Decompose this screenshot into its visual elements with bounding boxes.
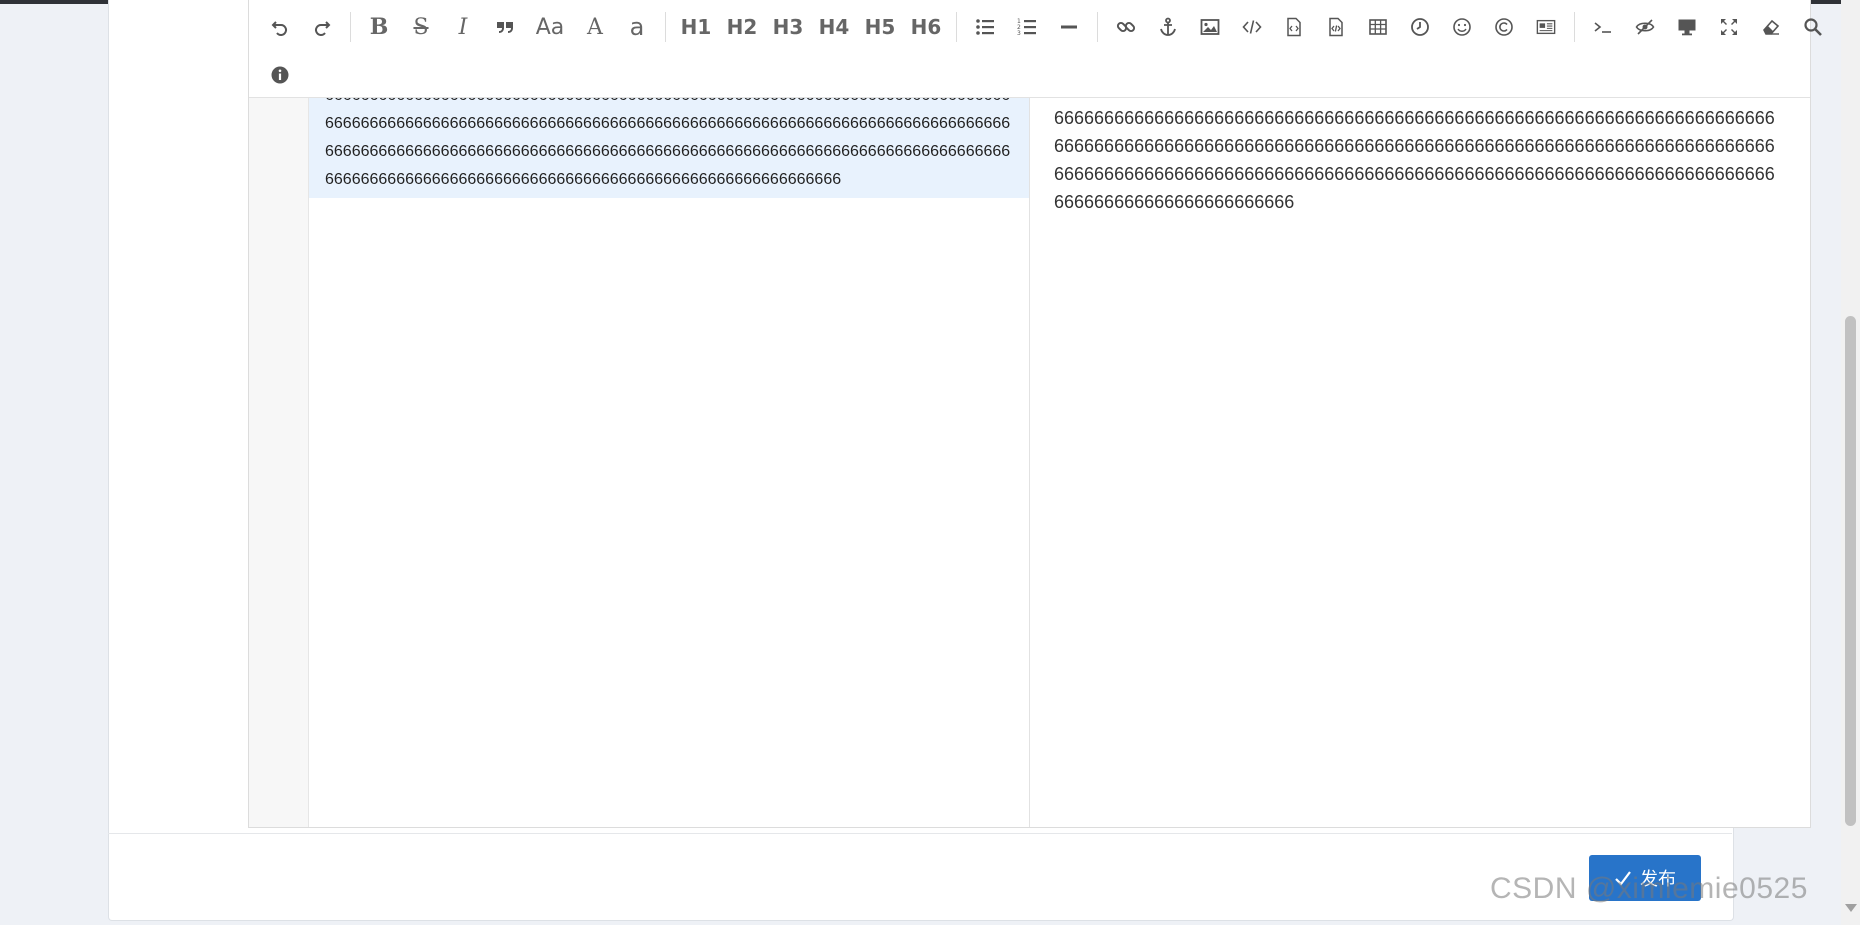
toolbar-divider bbox=[956, 12, 957, 42]
scrollbar-thumb[interactable] bbox=[1845, 316, 1856, 826]
toolbar-divider bbox=[665, 12, 666, 42]
image-icon[interactable] bbox=[1191, 11, 1229, 43]
ordered-list-icon[interactable]: 123 bbox=[1008, 11, 1046, 43]
svg-text:3: 3 bbox=[1017, 30, 1021, 37]
heading-5-button[interactable]: H5 bbox=[859, 11, 901, 43]
code-line-active[interactable]: 6666666666666666666666666666666666666666… bbox=[309, 98, 1029, 198]
font-uppercase-icon[interactable]: A bbox=[576, 11, 614, 43]
toolbar-row-1: B S I Aa A a H1 H2 H3 H4 H5 H6 123 bbox=[259, 7, 1860, 47]
heading-3-button[interactable]: H3 bbox=[767, 11, 809, 43]
page-scrollbar[interactable] bbox=[1841, 0, 1860, 925]
preview-pane: 6666666666666666666666666666666666666666… bbox=[1030, 98, 1810, 827]
code-block-icon[interactable] bbox=[1317, 11, 1355, 43]
copyright-icon[interactable] bbox=[1485, 11, 1523, 43]
toolbar-row-2 bbox=[259, 55, 301, 95]
search-icon[interactable] bbox=[1794, 11, 1832, 43]
quote-icon[interactable] bbox=[486, 11, 524, 43]
anchor-icon[interactable] bbox=[1149, 11, 1187, 43]
scroll-down-arrow-icon[interactable] bbox=[1845, 904, 1857, 912]
uppercase-icon[interactable]: Aa bbox=[528, 11, 572, 43]
hide-preview-icon[interactable] bbox=[1626, 11, 1664, 43]
editor-card: B S I Aa A a H1 H2 H3 H4 H5 H6 123 66666… bbox=[108, 0, 1842, 921]
desktop-icon[interactable] bbox=[1668, 11, 1706, 43]
toolbar-divider bbox=[1097, 12, 1098, 42]
redo-icon[interactable] bbox=[303, 11, 341, 43]
unordered-list-icon[interactable] bbox=[966, 11, 1004, 43]
toolbar-divider bbox=[350, 12, 351, 42]
heading-2-button[interactable]: H2 bbox=[721, 11, 763, 43]
link-icon[interactable] bbox=[1107, 11, 1145, 43]
heading-6-button[interactable]: H6 bbox=[905, 11, 947, 43]
eraser-icon[interactable] bbox=[1752, 11, 1790, 43]
heading-4-button[interactable]: H4 bbox=[813, 11, 855, 43]
markdown-input-pane[interactable]: 6666666666666666666666666666666666666666… bbox=[309, 98, 1030, 827]
editor-toolbar: B S I Aa A a H1 H2 H3 H4 H5 H6 123 bbox=[249, 0, 1842, 98]
info-icon[interactable] bbox=[261, 59, 299, 91]
page-break-icon[interactable] bbox=[1527, 11, 1565, 43]
preview-paragraph: 6666666666666666666666666666666666666666… bbox=[1054, 108, 1775, 212]
font-lowercase-icon[interactable]: a bbox=[618, 11, 656, 43]
line-number-gutter: 1 bbox=[249, 98, 309, 827]
code-icon[interactable] bbox=[1233, 11, 1271, 43]
terminal-icon[interactable] bbox=[1584, 11, 1622, 43]
bold-icon[interactable]: B bbox=[360, 11, 398, 43]
toolbar-divider bbox=[1574, 12, 1575, 42]
table-icon[interactable] bbox=[1359, 11, 1397, 43]
code-file-icon[interactable] bbox=[1275, 11, 1313, 43]
undo-icon[interactable] bbox=[261, 11, 299, 43]
italic-icon[interactable]: I bbox=[444, 11, 482, 43]
heading-1-button[interactable]: H1 bbox=[675, 11, 717, 43]
strikethrough-icon[interactable]: S bbox=[402, 11, 440, 43]
footer-divider bbox=[108, 833, 1732, 834]
clock-icon[interactable] bbox=[1401, 11, 1439, 43]
watermark: CSDN @ximiemie0525 bbox=[1490, 872, 1808, 905]
emoji-icon[interactable] bbox=[1443, 11, 1481, 43]
fullscreen-icon[interactable] bbox=[1710, 11, 1748, 43]
horizontal-rule-icon[interactable] bbox=[1050, 11, 1088, 43]
markdown-editor: B S I Aa A a H1 H2 H3 H4 H5 H6 123 66666… bbox=[248, 0, 1842, 828]
